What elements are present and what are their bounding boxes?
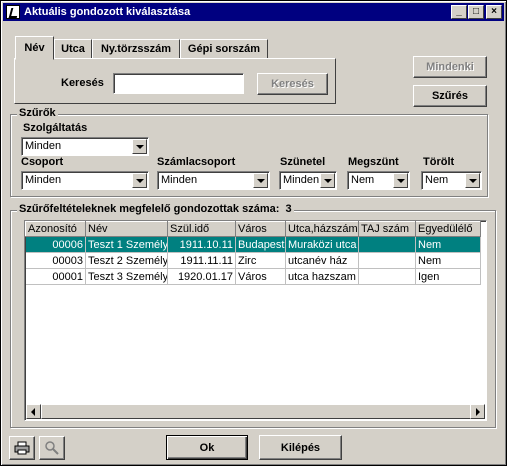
- cell-varos: Város: [235, 268, 286, 285]
- megszunt-value: Nem: [351, 174, 375, 186]
- cell-egyedulelo: Nem: [415, 252, 481, 269]
- scroll-thumb[interactable]: [41, 404, 483, 419]
- results-count: 3: [285, 203, 292, 215]
- search-input[interactable]: [113, 73, 244, 94]
- column-header-szulido[interactable]: Szül.idő: [167, 221, 236, 237]
- cell-azonosito: 00003: [25, 252, 86, 269]
- column-header-azonosito[interactable]: Azonosító: [25, 221, 86, 237]
- mindenki-button-label: Mindenki: [426, 61, 474, 73]
- column-header-utca[interactable]: Utca,házszám: [285, 221, 359, 237]
- chevron-down-icon[interactable]: [320, 173, 335, 188]
- filters-title: Szűrők: [17, 107, 58, 119]
- title-bar: Aktuális gondozott kiválasztása _ □ ×: [3, 3, 504, 21]
- szunetel-value: Minden: [283, 174, 320, 186]
- tab-utca-label: Utca: [61, 43, 85, 55]
- results-grid[interactable]: Azonosító Név Szül.idő Város Utca,házszá…: [24, 220, 487, 421]
- ok-button-label: Ok: [199, 441, 215, 454]
- column-header-varos[interactable]: Város: [235, 221, 286, 237]
- cell-taj: [358, 236, 416, 253]
- cell-taj: [358, 268, 416, 285]
- chevron-down-icon[interactable]: [132, 139, 147, 154]
- szamlacsoport-value: Minden: [161, 174, 198, 186]
- cell-varos: Budapest: [235, 236, 286, 253]
- arrow-right-icon: [476, 408, 480, 416]
- megszunt-label: Megszünt: [348, 156, 399, 168]
- window-title: Aktuális gondozott kiválasztása: [24, 6, 191, 18]
- tab-ny-torzsszam-label: Ny.törzsszám: [100, 43, 172, 55]
- ok-button[interactable]: Ok: [166, 435, 248, 460]
- search-button-label: Keresés: [271, 78, 314, 90]
- torolt-select[interactable]: Nem: [421, 171, 482, 190]
- csoport-label: Csoport: [21, 156, 64, 168]
- szamlacsoport-select[interactable]: Minden: [157, 171, 270, 190]
- cell-szulido: 1911.10.11: [167, 236, 236, 253]
- results-table: Azonosító Név Szül.idő Város Utca,házszá…: [25, 221, 481, 285]
- arrow-left-icon: [31, 408, 35, 416]
- chevron-down-icon[interactable]: [132, 173, 147, 188]
- szunetel-label: Szünetel: [280, 156, 326, 168]
- scroll-left-button[interactable]: [26, 404, 41, 419]
- szolgaltatas-value: Minden: [25, 140, 62, 152]
- print-button[interactable]: [9, 436, 35, 460]
- search-button[interactable]: Keresés: [257, 73, 328, 95]
- cell-azonosito: 00006: [25, 236, 86, 253]
- cell-nev: Teszt 2 Személy: [85, 252, 168, 269]
- cell-utca: Muraközi utca: [285, 236, 359, 253]
- minimize-button[interactable]: _: [451, 5, 467, 19]
- preview-button[interactable]: [39, 436, 65, 460]
- close-button[interactable]: ×: [486, 5, 502, 19]
- cell-egyedulelo: Nem: [415, 236, 481, 253]
- cell-egyedulelo: Igen: [415, 268, 481, 285]
- cell-taj: [358, 252, 416, 269]
- tab-ny-torzsszam[interactable]: Ny.törzsszám: [92, 39, 180, 59]
- cell-nev: Teszt 3 Személy: [85, 268, 168, 285]
- exit-button-label: Kilépés: [280, 441, 321, 454]
- csoport-select[interactable]: Minden: [21, 171, 149, 190]
- horizontal-scrollbar[interactable]: [26, 404, 485, 419]
- column-header-taj[interactable]: TAJ szám: [358, 221, 416, 237]
- chevron-down-icon[interactable]: [393, 173, 408, 188]
- cell-azonosito: 00001: [25, 268, 86, 285]
- mindenki-button[interactable]: Mindenki: [413, 56, 487, 78]
- table-row[interactable]: 00001 Teszt 3 Személy 1920.01.17 Város u…: [25, 268, 481, 285]
- szolgaltatas-select[interactable]: Minden: [21, 137, 149, 156]
- table-row[interactable]: 00003 Teszt 2 Személy 1911.11.11 Zirc ut…: [25, 252, 481, 269]
- search-label: Keresés: [61, 77, 104, 89]
- tab-nev-label: Név: [24, 42, 45, 54]
- app-icon: [6, 5, 20, 19]
- szolgaltatas-label: Szolgáltatás: [23, 122, 88, 134]
- cell-szulido: 1911.11.11: [167, 252, 236, 269]
- cell-utca: utcanév ház: [285, 252, 359, 269]
- cell-varos: Zirc: [235, 252, 286, 269]
- results-title-text: Szűrőfeltételeknek megfelelő gondozottak…: [19, 203, 280, 215]
- szures-button[interactable]: Szűrés: [413, 85, 487, 107]
- csoport-value: Minden: [25, 174, 62, 186]
- chevron-down-icon[interactable]: [465, 173, 480, 188]
- szunetel-select[interactable]: Minden: [279, 171, 337, 190]
- tab-gepi-sorszam-label: Gépi sorszám: [187, 43, 261, 55]
- scroll-right-button[interactable]: [470, 404, 485, 419]
- table-row[interactable]: 00006 Teszt 1 Személy 1911.10.11 Budapes…: [25, 236, 481, 253]
- tab-gepi-sorszam[interactable]: Gépi sorszám: [180, 39, 268, 59]
- torolt-value: Nem: [425, 174, 449, 186]
- szures-button-label: Szűrés: [431, 90, 469, 102]
- szamlacsoport-label: Számlacsoport: [157, 156, 236, 168]
- printer-icon: [14, 441, 30, 455]
- results-title: Szűrőfeltételeknek megfelelő gondozottak…: [17, 203, 294, 215]
- main-window: Aktuális gondozott kiválasztása _ □ × Né…: [0, 0, 507, 466]
- tab-nev[interactable]: Név: [15, 36, 54, 60]
- column-header-egyedulelo[interactable]: Egyedülélő: [415, 221, 481, 237]
- tab-utca[interactable]: Utca: [54, 39, 92, 59]
- megszunt-select[interactable]: Nem: [347, 171, 410, 190]
- torolt-label: Törölt: [423, 156, 455, 168]
- column-header-nev[interactable]: Név: [85, 221, 168, 237]
- cell-szulido: 1920.01.17: [167, 268, 236, 285]
- table-header-row: Azonosító Név Szül.idő Város Utca,házszá…: [25, 221, 481, 237]
- maximize-button[interactable]: □: [468, 5, 484, 19]
- cell-utca: utca hazszam: [285, 268, 359, 285]
- chevron-down-icon[interactable]: [253, 173, 268, 188]
- magnifier-icon: [45, 441, 59, 455]
- cell-nev: Teszt 1 Személy: [85, 236, 168, 253]
- exit-button[interactable]: Kilépés: [259, 435, 342, 460]
